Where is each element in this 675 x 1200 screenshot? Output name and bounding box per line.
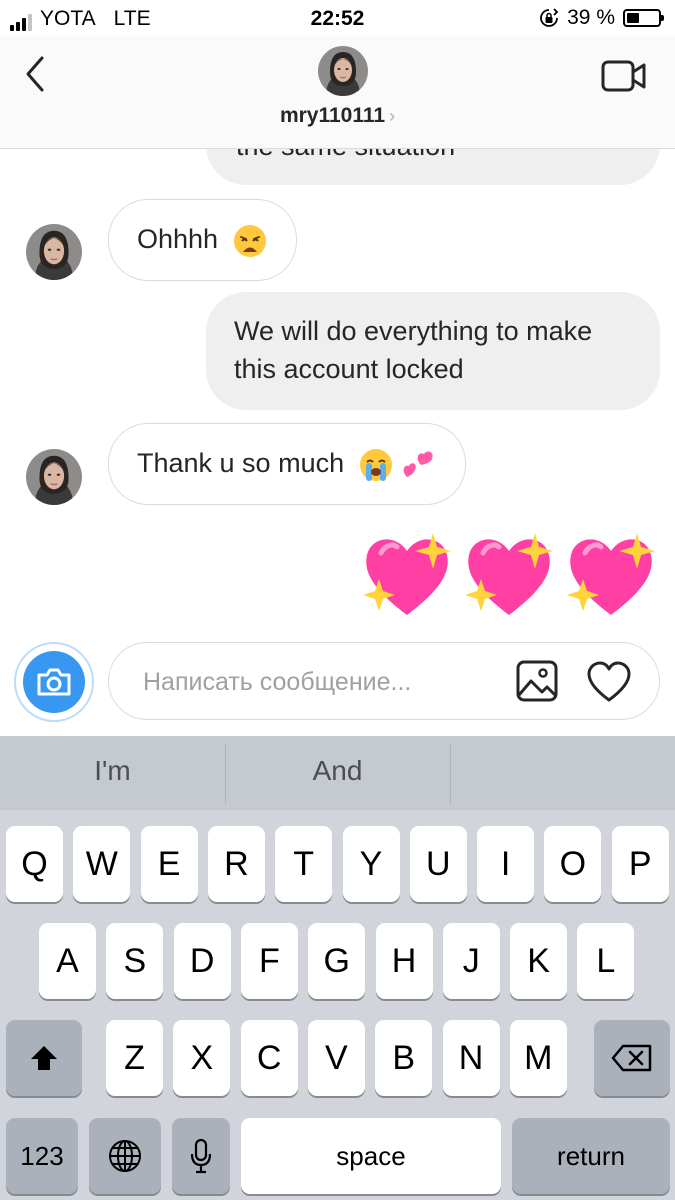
message-bubble-outgoing[interactable]: the same situation [206, 149, 660, 185]
username-text: mry110111 [279, 104, 386, 127]
loudly-crying-face-emoji-icon [359, 448, 392, 481]
key-c[interactable]: C [240, 1020, 298, 1096]
key-d[interactable]: D [173, 923, 231, 999]
keyboard: I'm And QWERTYUIOP ASDFGHJKL ZXCVBNM 123… [0, 736, 675, 1200]
chevron-right-icon: › [389, 106, 396, 126]
message-text-line: We will do everything to make [234, 316, 593, 346]
message-input[interactable] [141, 659, 485, 705]
key-b[interactable]: B [375, 1020, 433, 1096]
suggestion[interactable]: I'm [0, 736, 225, 810]
avatar[interactable] [318, 46, 368, 96]
globe-key[interactable] [89, 1118, 161, 1194]
key-g[interactable]: G [308, 923, 366, 999]
shift-key[interactable] [6, 1020, 82, 1096]
return-key[interactable]: return [512, 1118, 670, 1194]
message-composer [0, 640, 675, 735]
dictation-key[interactable] [172, 1118, 230, 1194]
gallery-icon[interactable] [515, 659, 559, 703]
battery-icon [623, 9, 664, 27]
heart-icon[interactable] [586, 661, 632, 703]
key-y[interactable]: Y [342, 826, 400, 902]
key-z[interactable]: Z [106, 1020, 163, 1096]
key-u[interactable]: U [409, 826, 467, 902]
key-n[interactable]: N [442, 1020, 500, 1096]
shift-arrow-icon [31, 1046, 57, 1070]
predictive-text-bar: I'm And [0, 736, 675, 810]
backspace-icon [611, 1044, 652, 1072]
message-bubble-incoming[interactable]: Ohhhh [108, 199, 297, 281]
status-bar: YOTA LTE 22:52 39 % [0, 0, 675, 36]
sparkling-hearts-message[interactable] [361, 529, 657, 619]
key-s[interactable]: S [106, 923, 164, 999]
key-v[interactable]: V [307, 1020, 365, 1096]
video-call-icon[interactable] [601, 56, 647, 96]
message-text: Ohhhh [137, 224, 219, 254]
two-hearts-emoji-icon [403, 451, 433, 477]
key-a[interactable]: A [39, 923, 96, 999]
avatar[interactable] [26, 449, 82, 505]
battery-percent: 39 % [567, 6, 615, 29]
message-text: Thank u so much [137, 448, 345, 478]
username[interactable]: mry110111 › [0, 104, 675, 128]
suggestion[interactable] [450, 736, 675, 810]
key-t[interactable]: T [275, 826, 333, 902]
key-m[interactable]: M [509, 1020, 567, 1096]
key-j[interactable]: J [442, 923, 500, 999]
key-q[interactable]: Q [6, 826, 63, 902]
back-chevron-icon[interactable] [18, 54, 54, 94]
rotation-lock-icon [540, 8, 559, 27]
message-text-line: this account locked [234, 354, 464, 384]
suggestion[interactable]: And [225, 736, 450, 810]
message-text: the same situation [236, 149, 455, 165]
key-w[interactable]: W [73, 826, 131, 902]
message-input-container [108, 642, 660, 720]
key-l[interactable]: L [577, 923, 635, 999]
delete-key[interactable] [594, 1020, 670, 1096]
key-i[interactable]: I [477, 826, 535, 902]
message-bubble-incoming[interactable]: Thank u so much [108, 423, 467, 505]
key-f[interactable]: F [240, 923, 298, 999]
sparkling-heart-emoji-icon [465, 533, 553, 615]
sparkling-heart-emoji-icon [363, 533, 451, 615]
key-r[interactable]: R [207, 826, 265, 902]
key-x[interactable]: X [173, 1020, 231, 1096]
camera-button[interactable] [14, 642, 94, 722]
microphone-icon [190, 1138, 212, 1174]
key-e[interactable]: E [140, 826, 198, 902]
key-h[interactable]: H [375, 923, 433, 999]
globe-icon [109, 1140, 141, 1172]
numbers-key[interactable]: 123 [6, 1118, 78, 1194]
message-list[interactable]: the same situation Ohhhh We will do ever… [0, 149, 675, 639]
sparkling-heart-emoji-icon [567, 533, 655, 615]
message-bubble-outgoing[interactable]: We will do everything to make this accou… [206, 292, 660, 410]
key-o[interactable]: O [544, 826, 602, 902]
camera-icon [37, 668, 71, 696]
weary-face-emoji-icon [233, 224, 266, 257]
key-p[interactable]: P [611, 826, 669, 902]
key-k[interactable]: K [510, 923, 568, 999]
space-key[interactable]: space [241, 1118, 501, 1194]
chat-header: mry110111 › [0, 36, 675, 149]
avatar[interactable] [26, 224, 82, 280]
